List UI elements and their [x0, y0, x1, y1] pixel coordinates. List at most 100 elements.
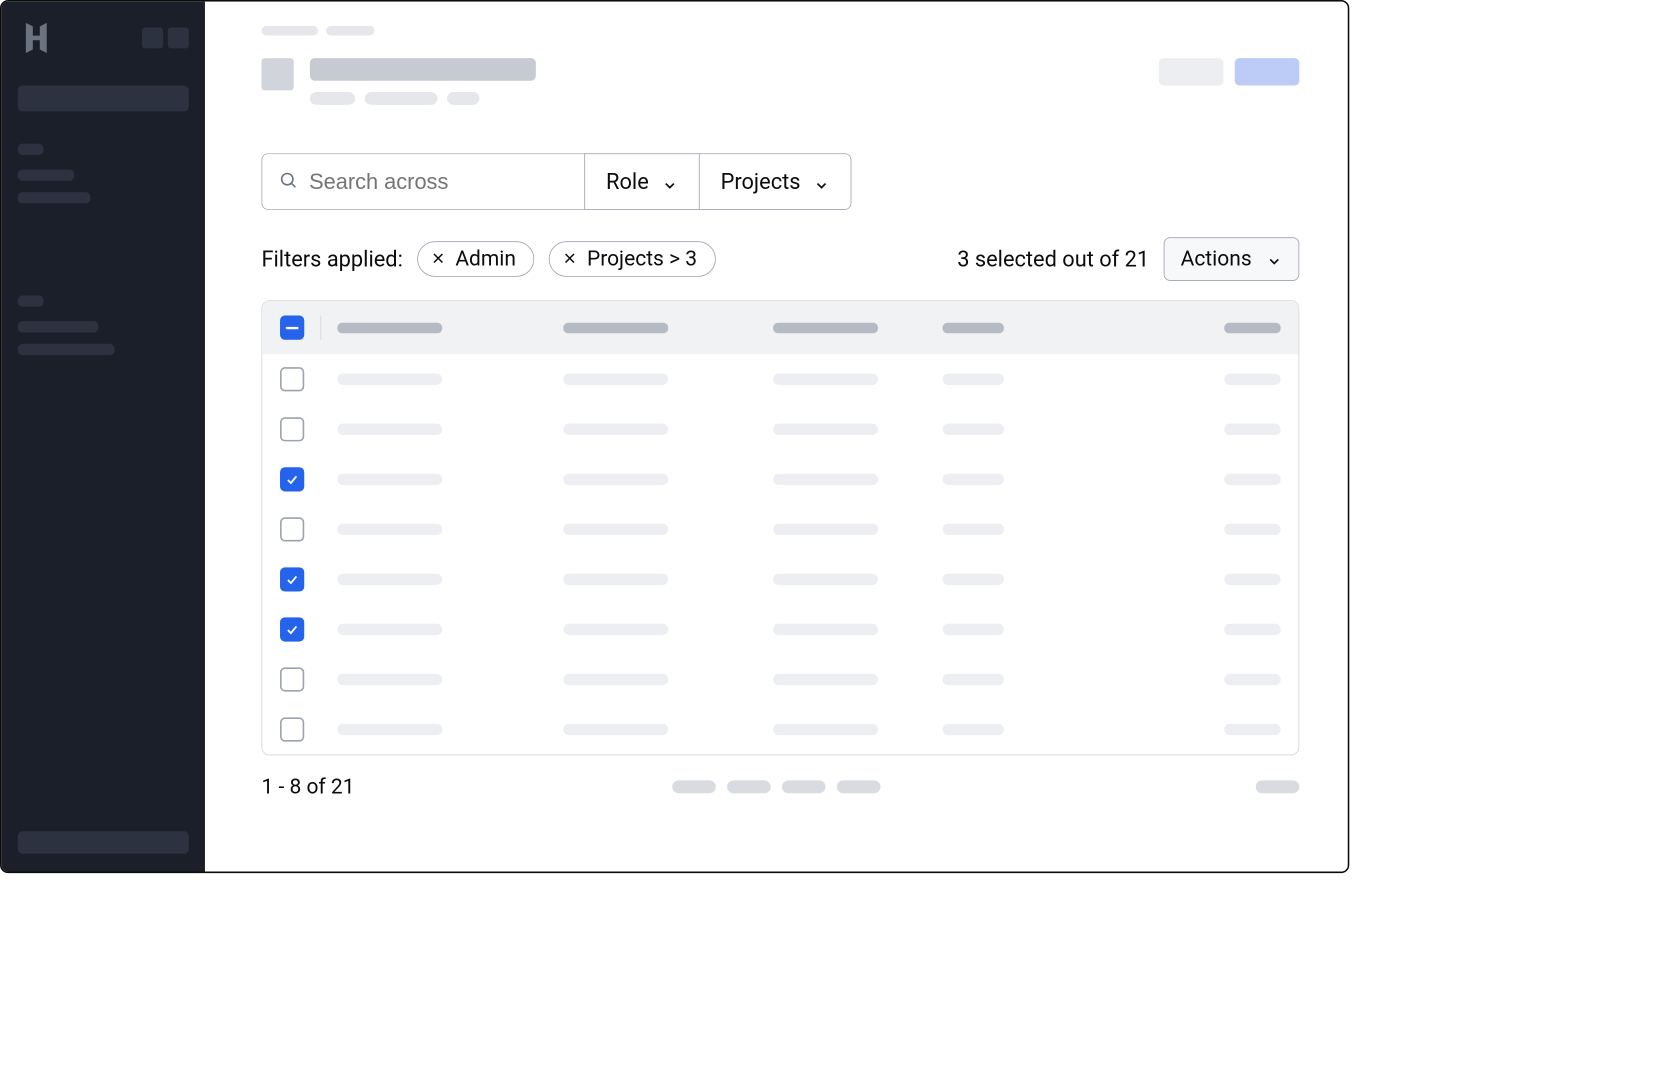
- cell: [1224, 474, 1280, 485]
- page-icon: [261, 58, 293, 90]
- pager-button[interactable]: [782, 780, 826, 793]
- row-checkbox[interactable]: [280, 567, 304, 591]
- table-row: [262, 404, 1298, 454]
- main-content: Role Projects Filters applied: Admin Pro…: [205, 2, 1348, 872]
- breadcrumb-item[interactable]: [326, 26, 374, 36]
- chevron-down-icon: [813, 174, 829, 190]
- projects-filter-dropdown[interactable]: Projects: [699, 153, 852, 209]
- cell: [563, 374, 668, 385]
- sidebar-top-tab[interactable]: [142, 27, 163, 48]
- page-meta: [310, 92, 355, 105]
- sidebar-footer-item[interactable]: [18, 831, 189, 854]
- cell: [563, 574, 668, 585]
- pager-next[interactable]: [1256, 780, 1300, 793]
- cell: [337, 524, 442, 535]
- cell: [337, 674, 442, 685]
- selection-count: 3 selected out of 21: [957, 246, 1149, 272]
- column-header[interactable]: [337, 322, 442, 332]
- cell: [1224, 574, 1280, 585]
- sidebar-item[interactable]: [18, 169, 74, 180]
- filter-chip-projects[interactable]: Projects > 3: [549, 241, 716, 277]
- row-checkbox[interactable]: [280, 367, 304, 391]
- column-header[interactable]: [773, 322, 878, 332]
- cell: [773, 374, 878, 385]
- cell: [1224, 674, 1280, 685]
- cell: [773, 524, 878, 535]
- applied-filters-row: Filters applied: Admin Projects > 3 3 se…: [261, 237, 1299, 281]
- dropdown-label: Projects: [721, 169, 801, 195]
- pager-button[interactable]: [672, 780, 716, 793]
- actions-dropdown[interactable]: Actions: [1164, 237, 1300, 281]
- row-checkbox[interactable]: [280, 717, 304, 741]
- cell: [1224, 374, 1280, 385]
- cell: [943, 524, 1004, 535]
- sidebar-top-tab[interactable]: [168, 27, 189, 48]
- cell: [943, 474, 1004, 485]
- cell: [563, 424, 668, 435]
- primary-button[interactable]: [1235, 58, 1300, 85]
- column-header[interactable]: [563, 322, 668, 332]
- cell: [337, 624, 442, 635]
- row-checkbox[interactable]: [280, 417, 304, 441]
- table-header: [262, 301, 1298, 354]
- data-table: [261, 300, 1299, 755]
- sidebar-item[interactable]: [18, 344, 115, 355]
- secondary-button[interactable]: [1159, 58, 1224, 85]
- filter-chip-admin[interactable]: Admin: [417, 241, 534, 277]
- cell: [773, 474, 878, 485]
- app-frame: Role Projects Filters applied: Admin Pro…: [0, 0, 1349, 873]
- cell: [337, 574, 442, 585]
- filter-chip-label: Projects > 3: [587, 247, 697, 271]
- cell: [943, 674, 1004, 685]
- cell: [943, 574, 1004, 585]
- chevron-down-icon: [1266, 251, 1282, 267]
- page-header: [261, 58, 1299, 105]
- sidebar-item[interactable]: [18, 192, 91, 203]
- row-checkbox[interactable]: [280, 517, 304, 541]
- sidebar-org-selector[interactable]: [18, 86, 189, 112]
- cell: [563, 474, 668, 485]
- row-checkbox[interactable]: [280, 667, 304, 691]
- role-filter-dropdown[interactable]: Role: [584, 153, 699, 209]
- cell: [773, 724, 878, 735]
- cell: [1224, 724, 1280, 735]
- cell: [563, 724, 668, 735]
- hashicorp-logo-icon: [18, 19, 55, 56]
- column-header[interactable]: [1224, 322, 1280, 332]
- cell: [337, 474, 442, 485]
- cell: [1224, 524, 1280, 535]
- cell: [563, 674, 668, 685]
- header-divider: [320, 316, 321, 340]
- table-row: [262, 554, 1298, 604]
- row-checkbox[interactable]: [280, 617, 304, 641]
- cell: [1224, 624, 1280, 635]
- cell: [1224, 424, 1280, 435]
- pager-button[interactable]: [837, 780, 881, 793]
- sidebar-item[interactable]: [18, 321, 99, 332]
- breadcrumb-item[interactable]: [261, 26, 317, 36]
- cell: [773, 674, 878, 685]
- page-subtitle-row: [310, 92, 1143, 105]
- search-input[interactable]: [309, 169, 568, 194]
- close-icon: [563, 247, 578, 271]
- breadcrumb: [261, 26, 1299, 36]
- cell: [773, 624, 878, 635]
- sidebar-section: [18, 295, 189, 366]
- pager-controls: [672, 780, 880, 793]
- cell: [773, 424, 878, 435]
- column-header[interactable]: [943, 322, 1004, 332]
- table-row: [262, 454, 1298, 504]
- cell: [943, 374, 1004, 385]
- cell: [943, 624, 1004, 635]
- cell: [943, 424, 1004, 435]
- cell: [337, 424, 442, 435]
- search-box[interactable]: [261, 153, 584, 209]
- row-checkbox[interactable]: [280, 467, 304, 491]
- sidebar-section-label: [18, 144, 44, 155]
- select-all-checkbox[interactable]: [280, 316, 304, 340]
- table-row: [262, 705, 1298, 755]
- cell: [563, 524, 668, 535]
- select-all-cell: [280, 316, 320, 340]
- filter-bar: Role Projects: [261, 153, 1299, 209]
- pager-button[interactable]: [727, 780, 771, 793]
